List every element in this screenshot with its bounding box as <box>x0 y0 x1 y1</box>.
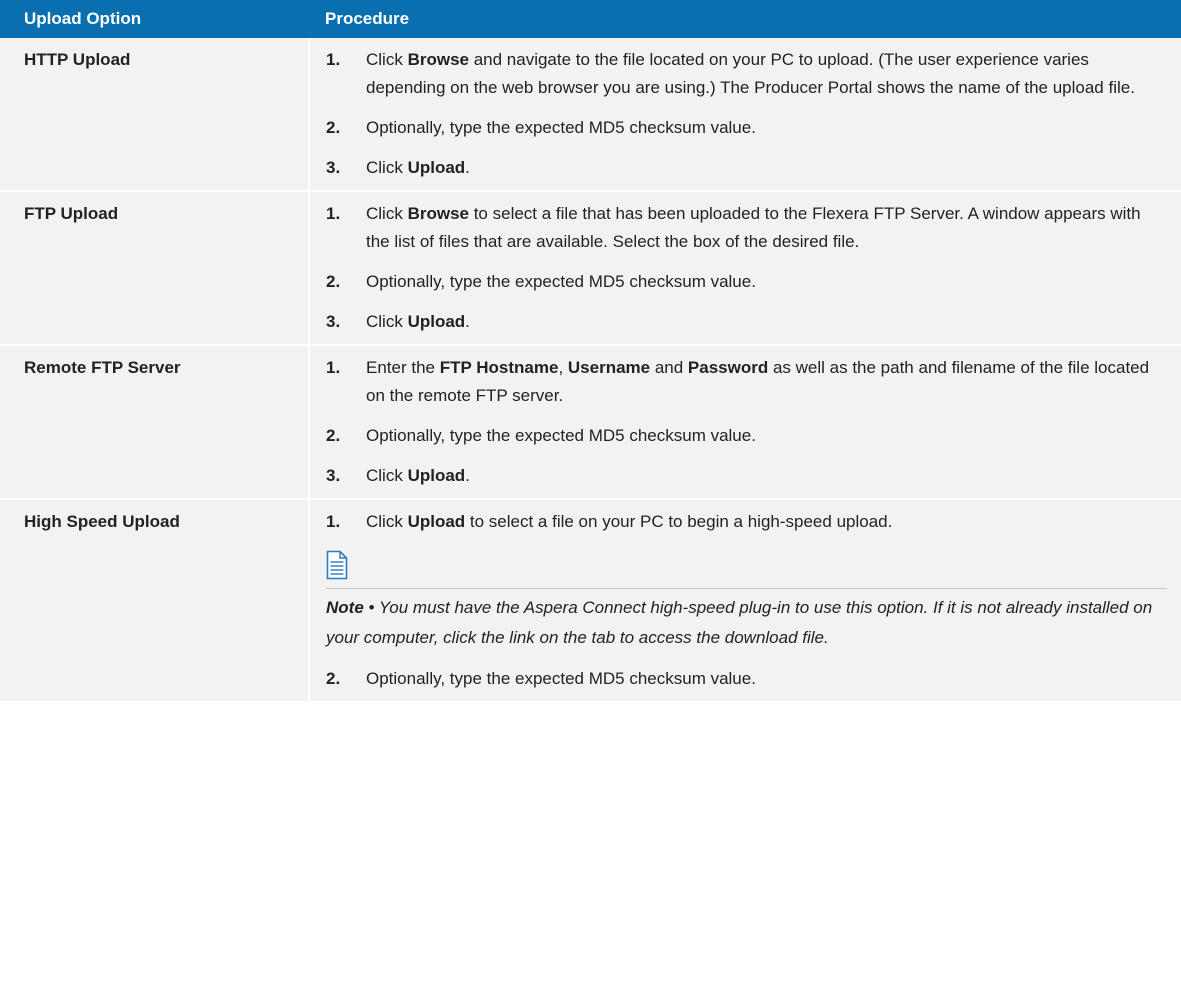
procedure-step: 2. Optionally, type the expected MD5 chec… <box>326 665 1167 693</box>
ui-term: Upload <box>407 466 466 485</box>
ui-term: Browse <box>407 50 469 69</box>
procedure-step: 1. Enter the FTP Hostname, Username and P… <box>326 354 1167 410</box>
ui-term: Password <box>687 358 769 377</box>
step-number: 1. <box>326 512 341 531</box>
step-text: Optionally, type the expected MD5 checks… <box>366 118 756 137</box>
step-text: Click Upload. <box>366 466 470 485</box>
procedure-step: 1. Click Browse to select a file that has… <box>326 200 1167 256</box>
procedure-cell: 1. Enter the FTP Hostname, Username and P… <box>309 345 1181 499</box>
step-number: 2. <box>326 669 341 688</box>
step-number: 1. <box>326 50 341 69</box>
procedure-step: 2. Optionally, type the expected MD5 chec… <box>326 422 1167 450</box>
upload-option-cell: High Speed Upload <box>0 499 310 702</box>
procedure-step: 3. Click Upload. <box>326 462 1167 490</box>
table-row: High Speed Upload 1. Click Upload to selec… <box>0 499 1181 702</box>
step-text: Enter the FTP Hostname, Username and Pas… <box>366 358 1150 405</box>
procedure-cell: 1. Click Browse and navigate to the file … <box>309 38 1181 191</box>
procedure-step: 1. Click Browse and navigate to the file … <box>326 46 1167 102</box>
step-number: 3. <box>326 158 341 177</box>
step-text: Click Upload to select a file on your PC… <box>366 512 893 531</box>
upload-option-cell: FTP Upload <box>0 191 310 345</box>
header-procedure: Procedure <box>309 0 1181 38</box>
step-number: 2. <box>326 426 341 445</box>
step-text: Optionally, type the expected MD5 checks… <box>366 669 756 688</box>
ui-term: Username <box>567 358 651 377</box>
step-number: 1. <box>326 358 341 377</box>
step-text: Click Upload. <box>366 158 470 177</box>
step-number: 3. <box>326 466 341 485</box>
upload-options-table: Upload Option Procedure HTTP Upload 1. Cli… <box>0 0 1181 703</box>
ui-term: Upload <box>407 312 466 331</box>
table-body: HTTP Upload 1. Click Browse and navigate t… <box>0 38 1181 702</box>
table-row: Remote FTP Server 1. Enter the FTP Hostnam… <box>0 345 1181 499</box>
table-row: HTTP Upload 1. Click Browse and navigate t… <box>0 38 1181 191</box>
step-text: Click Browse to select a file that has b… <box>366 204 1141 251</box>
upload-option-cell: HTTP Upload <box>0 38 310 191</box>
procedure-step: 2. Optionally, type the expected MD5 chec… <box>326 114 1167 142</box>
note-divider <box>326 588 1167 589</box>
note-block: Note • You must have the Aspera Connect … <box>326 548 1167 653</box>
step-number: 2. <box>326 118 341 137</box>
ui-term: Browse <box>407 204 469 223</box>
procedure-cell: 1. Click Upload to select a file on your … <box>309 499 1181 702</box>
note-document-icon <box>326 548 1167 582</box>
step-number: 2. <box>326 272 341 291</box>
note-label: Note <box>326 598 364 617</box>
header-upload-option: Upload Option <box>0 0 309 38</box>
upload-option-cell: Remote FTP Server <box>0 345 310 499</box>
procedure-step: 3. Click Upload. <box>326 154 1167 182</box>
procedure-step: 1. Click Upload to select a file on your … <box>326 508 1167 536</box>
ui-term: FTP Hostname <box>439 358 559 377</box>
procedure-step: 3. Click Upload. <box>326 308 1167 336</box>
step-text: Click Upload. <box>366 312 470 331</box>
step-text: Click Browse and navigate to the file lo… <box>366 50 1135 97</box>
step-text: Optionally, type the expected MD5 checks… <box>366 272 756 291</box>
procedure-cell: 1. Click Browse to select a file that has… <box>309 191 1181 345</box>
note-text: Note • You must have the Aspera Connect … <box>326 598 1153 647</box>
step-text: Optionally, type the expected MD5 checks… <box>366 426 756 445</box>
table-header-row: Upload Option Procedure <box>0 0 1181 38</box>
step-number: 3. <box>326 312 341 331</box>
procedure-step: 2. Optionally, type the expected MD5 chec… <box>326 268 1167 296</box>
step-number: 1. <box>326 204 341 223</box>
table-row: FTP Upload 1. Click Browse to select a fil… <box>0 191 1181 345</box>
ui-term: Upload <box>407 512 466 531</box>
ui-term: Upload <box>407 158 466 177</box>
